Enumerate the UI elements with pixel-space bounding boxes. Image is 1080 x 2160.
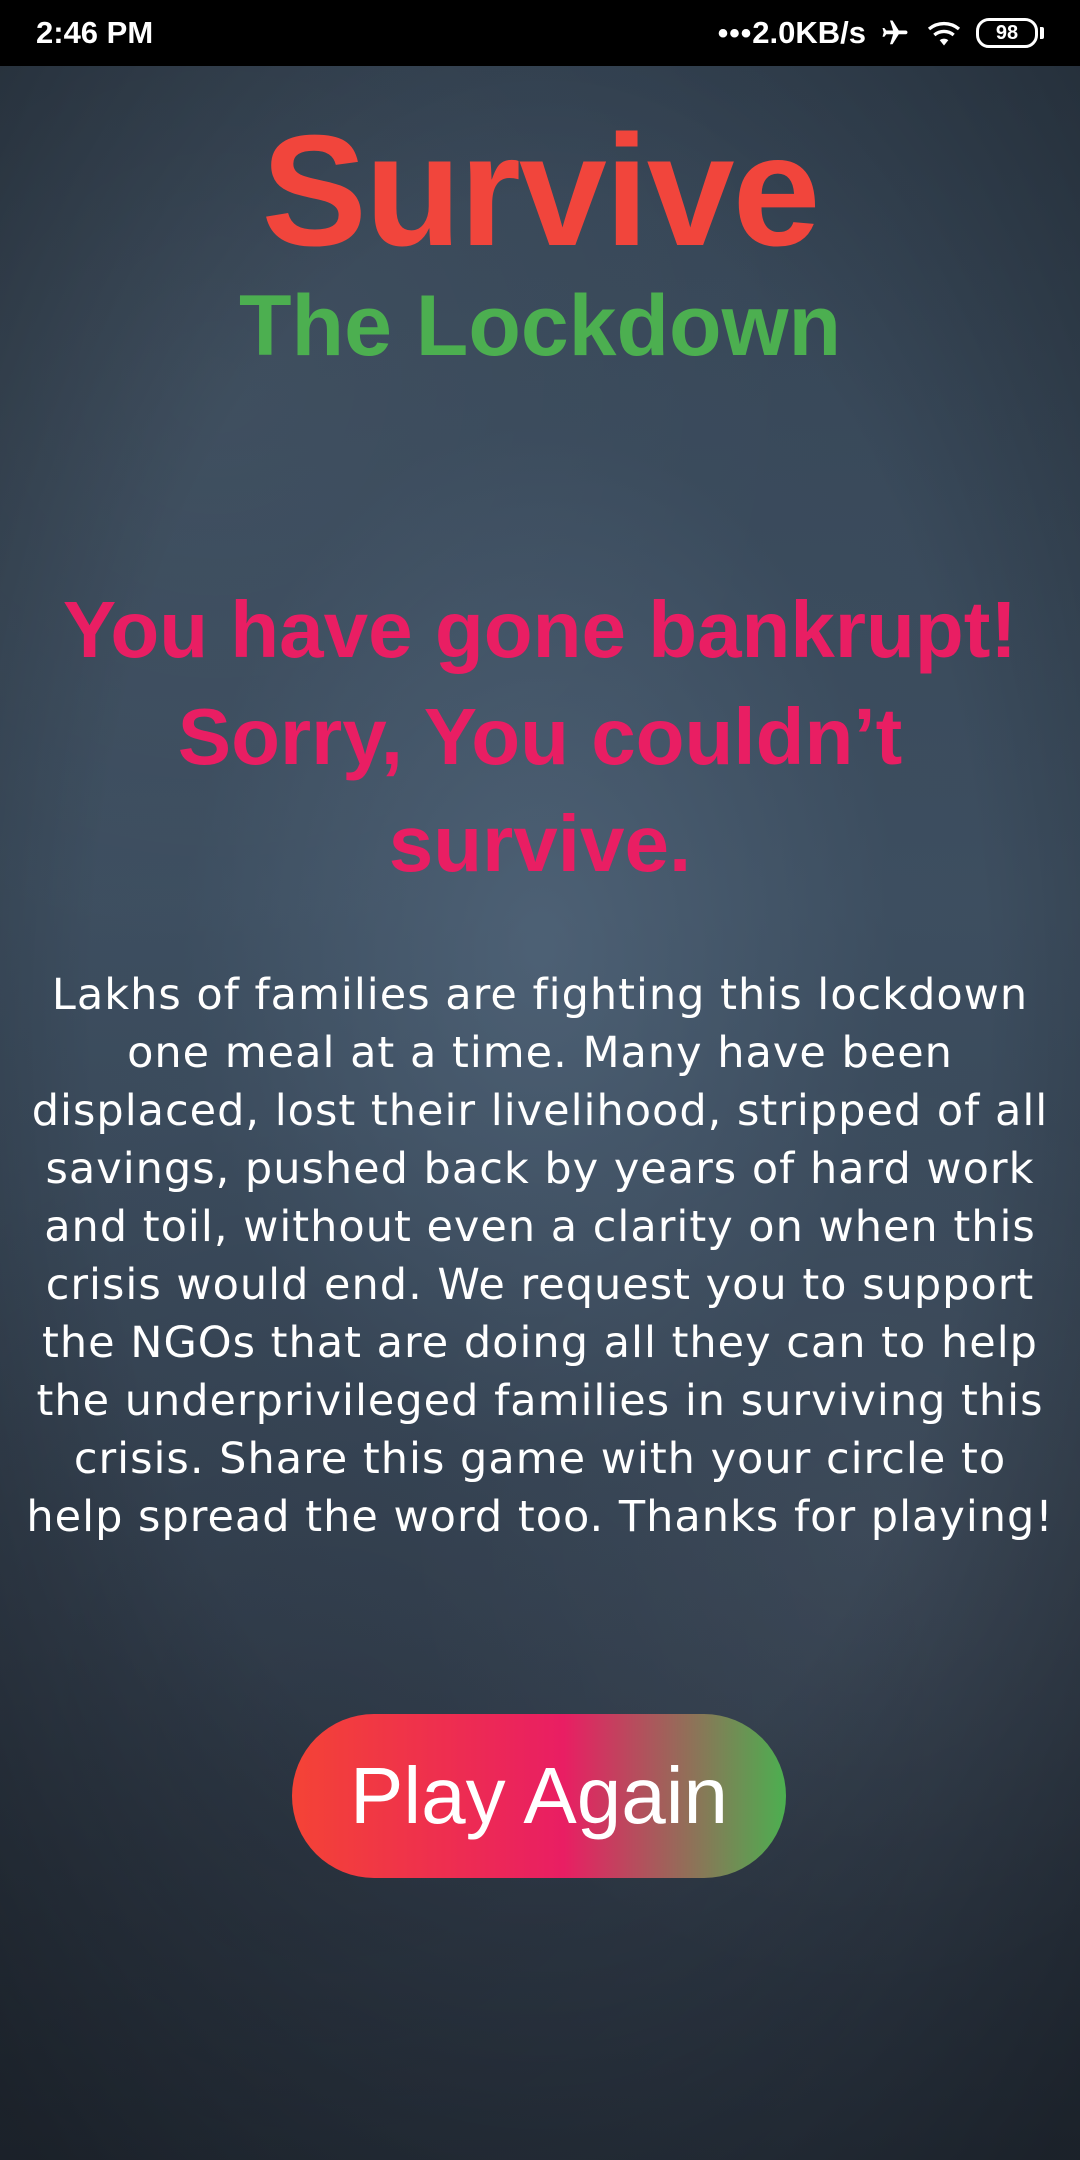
- network-speed: •••2.0KB/s: [718, 15, 866, 51]
- status-bar: 2:46 PM •••2.0KB/s 98: [0, 0, 1080, 66]
- battery-icon: 98: [976, 18, 1044, 48]
- play-again-button[interactable]: Play Again: [292, 1714, 786, 1878]
- game-subtitle: The Lockdown: [239, 278, 841, 374]
- status-indicators: •••2.0KB/s 98: [718, 15, 1044, 51]
- result-message: You have gone bankrupt! Sorry, You could…: [62, 585, 1018, 888]
- signal-dots: •••: [717, 17, 753, 50]
- game-over-screen: Survive The Lockdown You have gone bankr…: [0, 66, 1080, 2160]
- airplane-icon: [878, 18, 912, 48]
- battery-cap: [1040, 27, 1044, 39]
- wifi-icon: [924, 18, 964, 48]
- appeal-text: Lakhs of families are fighting this lock…: [26, 970, 1054, 1542]
- status-time: 2:46 PM: [36, 15, 154, 50]
- network-speed-value: 2.0KB/s: [752, 15, 866, 50]
- game-title: Survive: [261, 103, 821, 279]
- battery-level: 98: [976, 18, 1038, 48]
